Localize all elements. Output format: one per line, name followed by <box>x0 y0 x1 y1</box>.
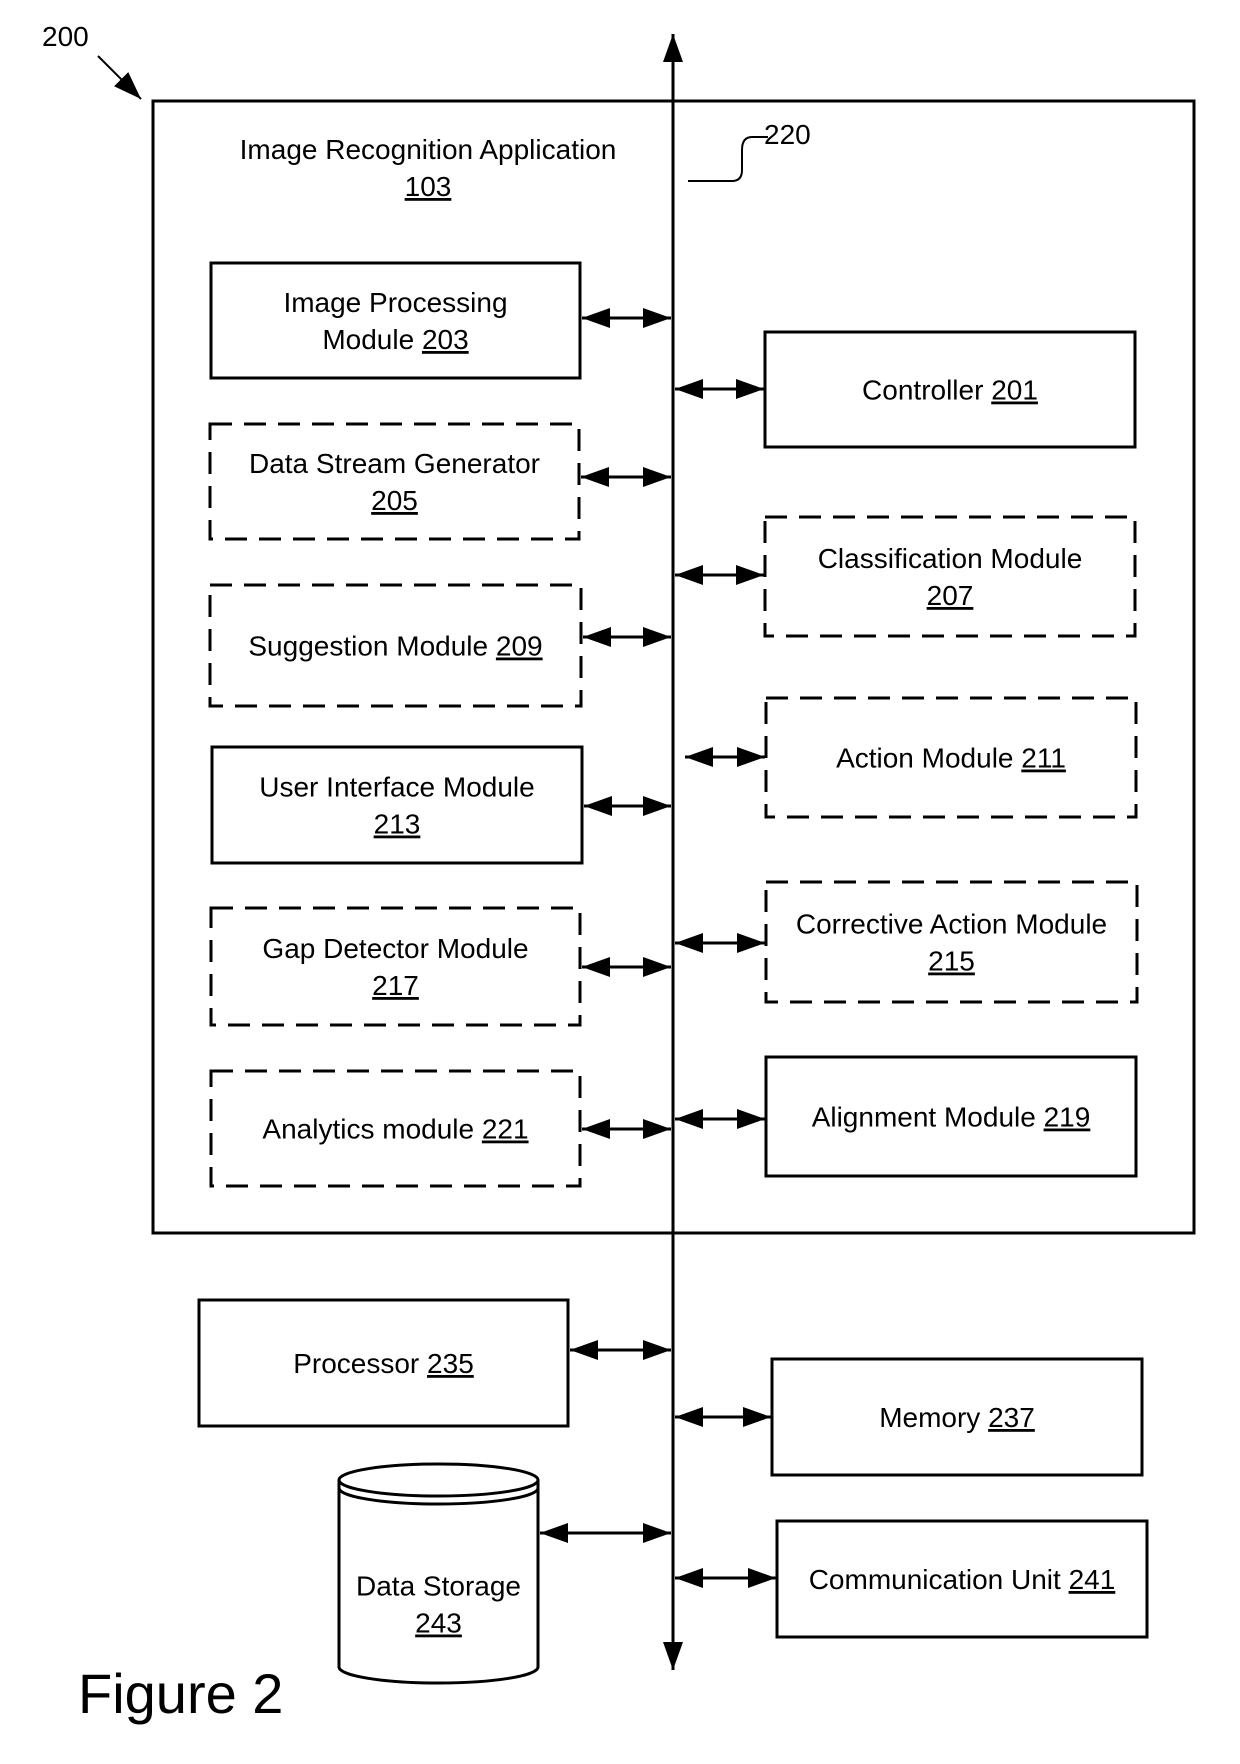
cylinder-top <box>337 1462 540 1498</box>
corrective-action-ref: 215 <box>928 946 975 977</box>
corrective-action-box <box>764 880 1139 1004</box>
label-text: Memory <box>879 1402 988 1433</box>
image-processing-block: Image Processing Module 203 <box>209 261 671 380</box>
image-processing-ref: 203 <box>422 324 469 355</box>
data-storage-block: Data Storage 243 <box>337 1462 671 1685</box>
user-interface-label-line: User Interface Module <box>259 772 534 803</box>
user-interface-box <box>210 745 584 865</box>
data-stream-generator-block: Data Stream Generator 205 <box>208 422 671 541</box>
bus-callout-leader <box>688 136 768 182</box>
user-interface-ref: 213 <box>374 809 421 840</box>
action-ref: 211 <box>1021 743 1066 774</box>
figure-caption: Figure 2 <box>78 1662 283 1725</box>
image-processing-label-line: Image Processing <box>283 287 507 318</box>
application-ref: 103 <box>405 171 452 202</box>
action-label-line: Action Module 211 <box>836 743 1066 774</box>
alignment-ref: 219 <box>1044 1102 1091 1133</box>
gap-detector-block: Gap Detector Module 217 <box>209 906 671 1027</box>
user-interface-label-line: 213 <box>374 809 421 840</box>
suggestion-block: Suggestion Module 209 <box>208 583 671 708</box>
corrective-action-block: Corrective Action Module 215 <box>675 880 1139 1004</box>
image-processing-box <box>209 261 582 380</box>
gap-detector-label-line: Gap Detector Module <box>262 933 528 964</box>
label-text: Controller <box>862 375 991 406</box>
label-text: Action Module <box>836 743 1021 774</box>
processor-block: Processor 235 <box>197 1298 671 1428</box>
classification-block: Classification Module 207 <box>675 515 1137 638</box>
suggestion-label-line: Suggestion Module 209 <box>248 631 542 662</box>
data-stream-generator-ref: 205 <box>371 485 418 516</box>
label-text: Module <box>322 324 422 355</box>
action-block: Action Module 211 <box>685 696 1138 819</box>
memory-label-line: Memory 237 <box>879 1402 1035 1433</box>
analytics-ref: 221 <box>482 1114 529 1145</box>
memory-ref: 237 <box>988 1402 1035 1433</box>
communication-unit-block: Communication Unit 241 <box>675 1519 1149 1639</box>
data-stream-generator-box <box>208 422 581 541</box>
classification-box <box>763 515 1137 638</box>
label-text: Alignment Module <box>812 1102 1044 1133</box>
classification-ref: 207 <box>927 580 974 611</box>
label-text: User Interface Module <box>259 772 534 803</box>
alignment-label-line: Alignment Module 219 <box>812 1102 1091 1133</box>
figure-ref-arrow <box>97 55 142 100</box>
processor-label-line: Processor 235 <box>293 1348 474 1379</box>
label-text: Classification Module <box>818 543 1083 574</box>
classification-label-line: Classification Module <box>818 543 1083 574</box>
corrective-action-label-line: 215 <box>928 946 975 977</box>
user-interface-block: User Interface Module 213 <box>210 745 671 865</box>
label-text: Processor <box>293 1348 427 1379</box>
controller-label-line: Controller 201 <box>862 375 1038 406</box>
controller-ref: 201 <box>991 375 1038 406</box>
label-text: Corrective Action Module <box>796 909 1107 940</box>
data-storage-label-line: 243 <box>415 1608 462 1639</box>
classification-label-line: 207 <box>927 580 974 611</box>
analytics-label-line: Analytics module 221 <box>262 1114 528 1145</box>
system-diagram: 200 Image Recognition Application 103 22… <box>42 21 1196 1725</box>
data-storage-label-line: Data Storage <box>356 1571 521 1602</box>
analytics-block: Analytics module 221 <box>209 1069 671 1188</box>
gap-detector-label-line: 217 <box>372 970 419 1001</box>
figure-ref-label: 200 <box>42 21 89 52</box>
suggestion-ref: 209 <box>496 631 543 662</box>
label-text: Analytics module <box>262 1114 481 1145</box>
processor-ref: 235 <box>427 1348 474 1379</box>
gap-detector-ref: 217 <box>372 970 419 1001</box>
controller-block: Controller 201 <box>675 330 1137 449</box>
memory-block: Memory 237 <box>675 1357 1144 1477</box>
label-text: Gap Detector Module <box>262 933 528 964</box>
bus-label: 220 <box>764 119 811 150</box>
gap-detector-box <box>209 906 582 1027</box>
label-text: Image Processing <box>283 287 507 318</box>
data-storage-ref: 243 <box>415 1608 462 1639</box>
application-name: Image Recognition Application <box>240 134 617 165</box>
data-stream-generator-label-line: 205 <box>371 485 418 516</box>
alignment-block: Alignment Module 219 <box>675 1055 1138 1178</box>
label-text: Communication Unit <box>809 1564 1069 1595</box>
label-text: Data Stream Generator <box>249 448 540 479</box>
label-text: Suggestion Module <box>248 631 496 662</box>
communication-unit-ref: 241 <box>1069 1564 1116 1595</box>
data-stream-generator-label-line: Data Stream Generator <box>249 448 540 479</box>
communication-unit-label-line: Communication Unit 241 <box>809 1564 1116 1595</box>
corrective-action-label-line: Corrective Action Module <box>796 909 1107 940</box>
label-text: Data Storage <box>356 1571 521 1602</box>
image-processing-label-line: Module 203 <box>322 324 468 355</box>
